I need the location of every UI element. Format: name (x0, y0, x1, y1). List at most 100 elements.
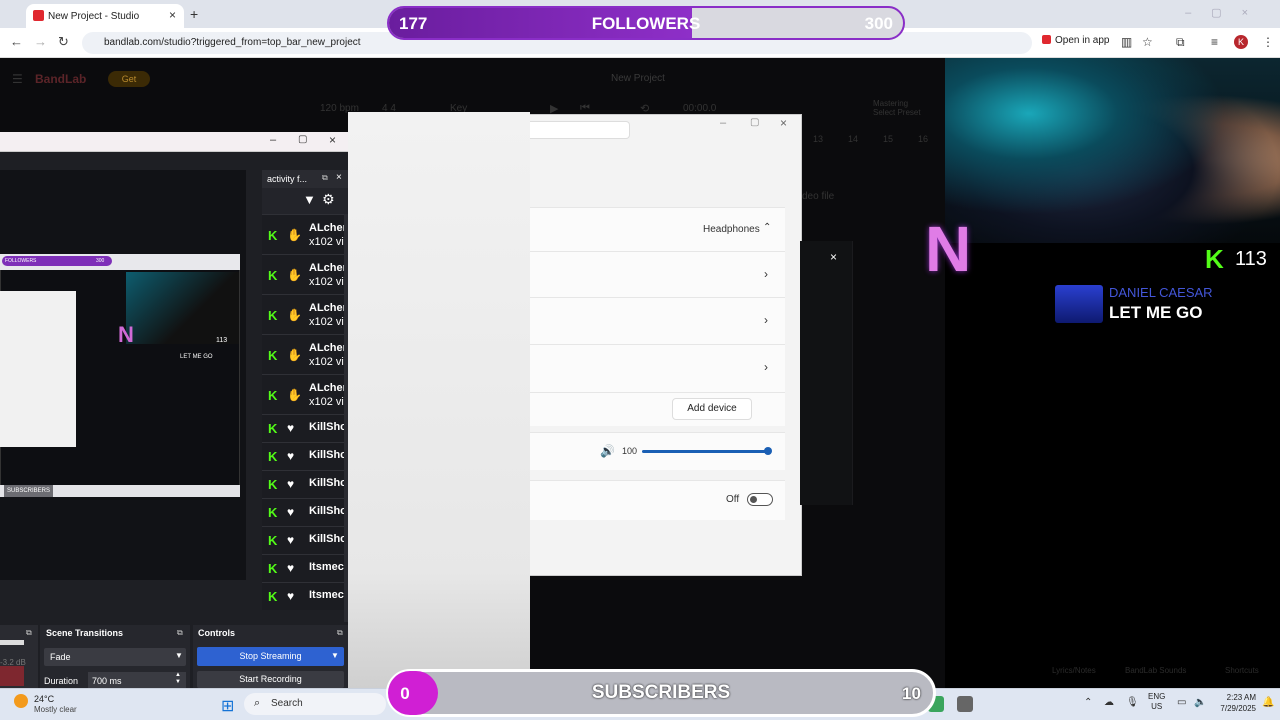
browser-menu-icon[interactable]: ⋮ (1262, 35, 1274, 49)
start-recording-button[interactable]: Start Recording (197, 671, 344, 688)
chevron-right-icon: › (764, 360, 768, 374)
bandlab-get-button[interactable]: Get (108, 71, 150, 87)
undock-icon[interactable]: ⧉ (322, 173, 328, 183)
browser-window-controls[interactable]: –▢× (1185, 6, 1268, 19)
activity-feed-username: ALcher (309, 382, 345, 394)
heart-icon: ♥ (287, 589, 295, 603)
activity-feed-username: KillSho (309, 449, 345, 461)
close-icon[interactable]: × (329, 133, 336, 147)
kick-logo-icon: K (268, 505, 278, 520)
close-icon[interactable]: × (780, 116, 787, 130)
volume-slider[interactable] (642, 450, 768, 453)
shortcuts-button[interactable]: Shortcuts (1225, 666, 1259, 675)
scrollbar[interactable] (344, 214, 348, 622)
weather-icon[interactable] (14, 694, 28, 708)
activity-feed-detail: x102 vi (309, 356, 344, 368)
activity-feed-username: KillSho (309, 477, 345, 489)
media-controls-icon[interactable]: ≡ (1211, 35, 1218, 49)
kick-logo-icon: K (268, 268, 278, 283)
minimize-icon[interactable]: – (270, 134, 276, 146)
maximize-icon[interactable]: ▢ (750, 117, 759, 128)
weather-desc: Mostly clear (34, 705, 77, 714)
volume-icon[interactable]: 🔈 (1194, 697, 1206, 708)
now-playing-song: LET ME GO (1109, 303, 1203, 322)
settings-search-input[interactable] (530, 121, 630, 139)
chevron-up-icon[interactable]: ⌃ (763, 222, 771, 233)
toggle-state-label: Off (726, 494, 740, 505)
preview-kick-count: 113 (216, 337, 228, 344)
chevron-down-icon[interactable]: ▼ (331, 651, 339, 660)
bookmark-star-icon[interactable]: ☆ (1142, 35, 1153, 49)
minimize-icon[interactable]: – (720, 117, 726, 129)
activity-feed-username: ALcher (309, 222, 345, 234)
volume-value: 100 (622, 446, 638, 456)
activity-feed-username: KillSho (309, 505, 345, 517)
heart-icon: ♥ (287, 449, 295, 463)
maximize-icon[interactable]: ▢ (298, 134, 307, 145)
undock-icon[interactable]: ⧉ (337, 628, 343, 638)
lyrics-notes-button[interactable]: Lyrics/Notes (1052, 666, 1096, 675)
kick-logo-icon: K (268, 449, 278, 464)
tray-overflow-icon[interactable]: ⌃ (1084, 697, 1092, 708)
close-icon[interactable]: × (830, 250, 837, 264)
forward-icon[interactable]: → (34, 34, 47, 49)
reload-icon[interactable]: ↻ (58, 34, 69, 50)
close-tab-icon[interactable]: × (169, 8, 176, 22)
microphone-icon[interactable]: 🎙 (1126, 697, 1139, 708)
close-icon[interactable]: × (336, 172, 342, 183)
settings-icon[interactable] (957, 696, 973, 712)
undock-icon[interactable]: ⧉ (177, 628, 183, 638)
transition-value: Fade (50, 652, 71, 662)
hands-icon: ✋ (287, 308, 302, 322)
followers-label: FOLLOWERS (591, 14, 701, 33)
subscribers-label: SUBSCRIBERS (591, 682, 731, 703)
activity-feed-username: ALcher (309, 342, 345, 354)
browser-tab-active[interactable]: New Project - Studio × (26, 4, 184, 28)
reading-mode-icon[interactable]: ▥ (1121, 35, 1132, 49)
device-row[interactable] (530, 251, 785, 297)
taskbar-clock[interactable]: 2:23 AM 7/29/2025 (1210, 692, 1256, 714)
obs-title-bar (0, 132, 348, 152)
bandlab-logo[interactable]: BandLab (35, 72, 86, 86)
language-region: US (1151, 702, 1163, 711)
device-row[interactable] (530, 344, 785, 392)
controls-title: Controls (198, 628, 235, 638)
url-text: bandlab.com/studio?triggered_from=top_ba… (104, 37, 361, 48)
stop-streaming-button[interactable]: Stop Streaming (197, 647, 344, 666)
filter-icon[interactable]: ▼ (303, 192, 316, 207)
ruler-tick: 15 (883, 134, 894, 144)
language-indicator[interactable]: ENG US (1148, 692, 1165, 712)
mastering-panel[interactable]: Mastering Select Preset (873, 99, 921, 117)
video-file-label: deo file (802, 191, 835, 202)
back-icon[interactable]: ← (10, 34, 23, 49)
language-line: ENG (1148, 692, 1166, 701)
windows-start-icon[interactable]: ⊞ (221, 696, 234, 716)
preview-n-logo: N (118, 322, 134, 347)
profile-avatar[interactable]: K (1234, 35, 1248, 49)
audio-meter[interactable] (0, 640, 24, 645)
add-device-button[interactable]: Add device (672, 398, 752, 420)
speaker-icon[interactable]: 🔊 (600, 444, 615, 458)
bandlab-menu-icon[interactable]: ☰ (12, 72, 23, 86)
open-in-app-button[interactable]: Open in app (1042, 35, 1110, 46)
bandlab-sounds-button[interactable]: BandLab Sounds (1125, 666, 1186, 675)
extensions-icon[interactable]: ⧉ (1176, 35, 1185, 50)
device-row[interactable] (530, 297, 785, 344)
notification-icon[interactable]: 🔔 (1262, 697, 1274, 708)
new-tab-icon[interactable]: + (190, 6, 198, 22)
heart-icon: ♥ (287, 533, 295, 547)
taskbar-search[interactable] (244, 693, 386, 715)
undock-icon[interactable]: ⧉ (26, 628, 32, 638)
search-placeholder: Search (271, 698, 303, 709)
activity-feed-username: Itsmec (309, 589, 344, 601)
gear-icon[interactable]: ⚙ (322, 191, 335, 208)
ruler-tick: 14 (848, 134, 859, 144)
spinner-icon[interactable]: ▲ ▼ (175, 672, 181, 686)
project-title: New Project (611, 73, 665, 84)
volume-slider-thumb[interactable] (764, 447, 772, 455)
duration-value: 700 ms (92, 676, 122, 686)
network-icon[interactable]: ▭ (1177, 697, 1186, 708)
cloud-icon[interactable]: ☁ (1104, 697, 1114, 708)
playhead-time: 00:00.0 (683, 103, 717, 114)
output-device-name: Headphones (703, 224, 760, 235)
